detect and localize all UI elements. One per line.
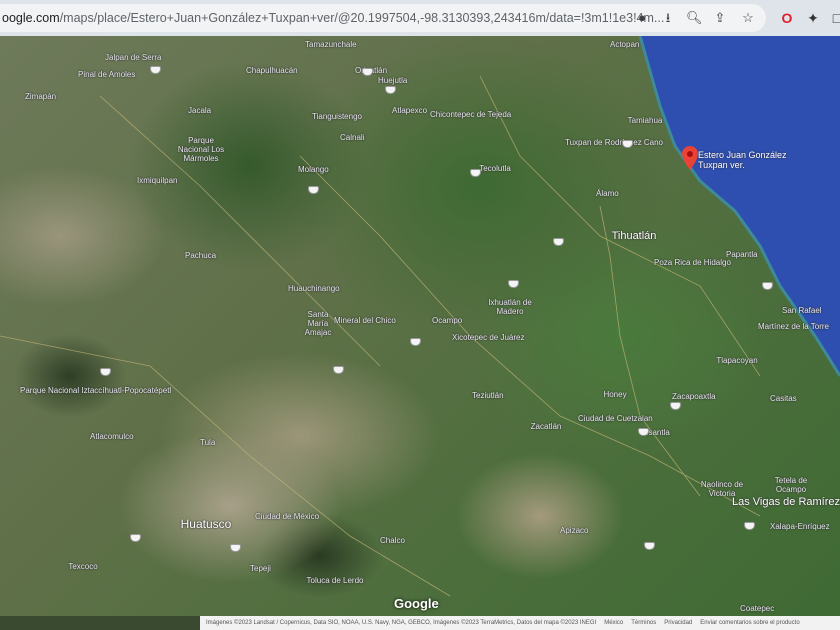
place-label: Parque Nacional Iztaccíhuatl-Popocatépet…	[20, 386, 172, 395]
place-label: Tianguistengo	[312, 112, 362, 121]
location-icon[interactable]: ●	[634, 10, 650, 26]
place-label: Tamazunchale	[305, 40, 357, 49]
place-label: Mineral del Chico	[334, 316, 396, 325]
place-label: Tetela de Ocampo	[774, 476, 808, 494]
location-pin-icon[interactable]	[682, 146, 698, 170]
place-label: Apizaco	[560, 526, 589, 535]
place-label: Huejutla	[378, 76, 408, 85]
place-label: Xalapa-Enríquez	[770, 522, 830, 531]
extensions-icon[interactable]: ✦	[804, 9, 822, 27]
attribution-text: Imágenes ©2023 Landsat / Copernicus, Dat…	[206, 620, 597, 626]
gulf-of-mexico	[0, 36, 840, 597]
place-label: Tamiahua	[627, 116, 663, 125]
place-label: San Rafael	[782, 306, 822, 315]
place-label: Tihuatlán	[611, 230, 657, 242]
marker-label-subtitle: Tuxpan ver.	[698, 160, 745, 170]
map-footer: Imágenes ©2023 Landsat / Copernicus, Dat…	[200, 616, 840, 630]
place-label: Teziutlán	[472, 391, 504, 400]
satellite-map[interactable]: Tamazunchale Jalpan de Serra Pinal de Am…	[0, 36, 840, 616]
marker-label-title: Estero Juan González	[698, 150, 787, 160]
place-label: Molango	[298, 165, 329, 174]
place-label: Huatusco	[180, 517, 232, 531]
map-bottom-strip	[0, 616, 200, 630]
place-label: Tepeji	[250, 564, 271, 573]
place-label: Parque Nacional Los Mármoles	[177, 136, 225, 163]
terms-link[interactable]: Términos	[631, 620, 656, 626]
address-bar[interactable]: oogle.com/maps/place/Estero+Juan+Gonzále…	[0, 4, 766, 32]
place-label: Huauchinango	[288, 284, 340, 293]
place-label: Poza Rica de Hidalgo	[654, 258, 731, 267]
place-label: Ciudad de Cuetzalan	[578, 414, 653, 423]
place-label: Papantla	[726, 250, 758, 259]
url-text[interactable]: oogle.com/maps/place/Estero+Juan+Gonzále…	[2, 11, 664, 25]
feedback-link[interactable]: Enviar comentarios sobre el producto	[700, 620, 799, 626]
place-label: Ocampo	[432, 316, 463, 325]
place-label: Ixhuatlán de Madero	[488, 298, 532, 316]
zoom-icon[interactable]: 🔍︎	[686, 10, 703, 26]
place-label: Zacatlán	[530, 422, 562, 431]
bookmark-star-icon[interactable]: ☆	[740, 10, 756, 26]
place-label: Chicontepec de Tejeda	[430, 110, 512, 119]
place-label: Coatepec	[740, 604, 775, 613]
place-label: Chalco	[380, 536, 405, 545]
place-label: Casitas	[770, 394, 797, 403]
place-label: Ciudad de México	[255, 512, 320, 521]
place-label: Tuxpan de Rodríguez Cano	[565, 138, 663, 147]
place-label: Álamo	[596, 189, 619, 198]
place-label: Jacala	[188, 106, 212, 115]
place-label: Honey	[603, 390, 627, 399]
place-label: Ixmiquilpan	[137, 176, 178, 185]
place-label: Pachuca	[185, 251, 217, 260]
place-label: Zacapoaxtla	[672, 392, 716, 401]
place-label: Toluca de Lerdo	[306, 576, 364, 585]
install-icon[interactable]: ⭳	[660, 10, 676, 26]
share-icon[interactable]: ⇪	[712, 10, 728, 26]
place-label: Las Vigas de Ramírez	[732, 496, 840, 508]
place-label: Jalpan de Serra	[105, 53, 162, 62]
sidepanel-icon[interactable]: □	[828, 9, 840, 27]
place-label: Atlapexco	[392, 106, 428, 115]
place-label: Martínez de la Torre	[758, 322, 829, 331]
place-label: Pinal de Amoles	[78, 70, 136, 79]
privacy-link[interactable]: Privacidad	[664, 620, 692, 626]
place-label: Texcoco	[68, 562, 98, 571]
country-link[interactable]: México	[604, 620, 623, 626]
place-label: Tula	[200, 438, 216, 447]
google-logo: Google	[394, 596, 439, 611]
url-path: /maps/place/Estero+Juan+González+Tuxpan+…	[59, 11, 665, 25]
place-label: Tlapacoyan	[716, 356, 758, 365]
place-label: Atlacomulco	[90, 432, 134, 441]
place-label: Xicotepec de Juárez	[452, 333, 525, 342]
url-host: oogle.com	[2, 11, 60, 25]
marker-label[interactable]: Estero Juan González Tuxpan ver.	[698, 150, 787, 170]
place-label: Zimapán	[25, 92, 57, 101]
browser-toolbar: oogle.com/maps/place/Estero+Juan+Gonzále…	[0, 0, 840, 36]
opera-icon[interactable]: O	[778, 9, 796, 27]
place-label: Actopan	[610, 40, 640, 49]
place-label: Santa María Amajac	[304, 310, 332, 337]
place-label: Chapulhuacán	[246, 66, 298, 75]
place-label: Calnali	[340, 133, 365, 142]
